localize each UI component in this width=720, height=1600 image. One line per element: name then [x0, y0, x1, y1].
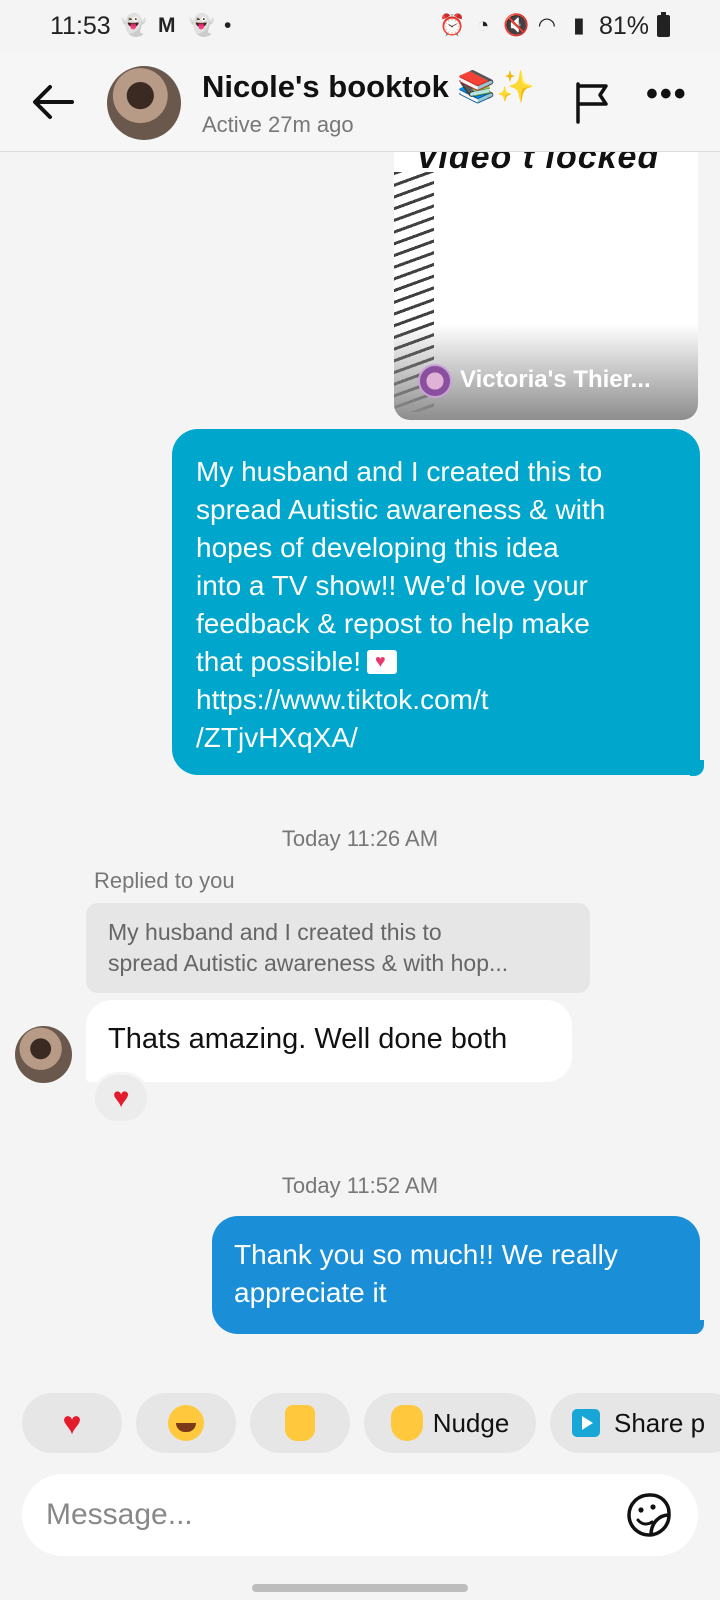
contact-name[interactable]: Nicole's booktok 📚✨	[202, 68, 535, 105]
quick-laugh-button[interactable]	[136, 1393, 236, 1453]
quick-thumbs-up-button[interactable]	[250, 1393, 350, 1453]
bubble-tail	[690, 1320, 704, 1334]
wifi-icon: ◠	[537, 14, 557, 37]
message-line: Thank you so much!! We really	[234, 1239, 618, 1270]
shared-video-card[interactable]: Video t locked Victoria's Thier...	[394, 152, 698, 420]
message-line: hopes of developing this idea	[196, 532, 559, 563]
message-line: spread Autistic awareness & with	[196, 494, 606, 525]
flag-icon[interactable]	[572, 80, 612, 124]
quick-reply-bar: ♥ Nudge Share p	[22, 1393, 720, 1453]
sent-message-bubble[interactable]: My husband and I created this to spread …	[172, 429, 700, 775]
timestamp: Today 11:52 AM	[281, 1173, 439, 1198]
bubble-tail	[690, 760, 704, 776]
message-line: My husband and I created this to	[196, 456, 603, 487]
message-link[interactable]: /ZTjvHXqXA/	[196, 719, 676, 757]
sticker-icon[interactable]	[626, 1492, 672, 1538]
message-text: Thats amazing. Well done both	[108, 1023, 508, 1055]
snapchat-icon: 👻	[188, 14, 215, 37]
thumbs-up-icon	[285, 1405, 315, 1441]
video-overlay-text: Video t locked	[416, 152, 660, 176]
message-input[interactable]	[46, 1490, 606, 1540]
dot-icon: •	[224, 14, 232, 37]
share-label: Share p	[614, 1407, 706, 1438]
laughing-face-icon	[168, 1405, 204, 1441]
play-icon	[572, 1409, 600, 1437]
love-letter-icon	[367, 649, 397, 674]
clock-icon: ◔	[476, 14, 490, 37]
status-bar: 11:53 👻 M 👻 • ⏰ ◔ 🔇 ◠ ▮ 81%	[0, 0, 720, 52]
signal-icon: ▮	[573, 14, 585, 37]
mute-icon: 🔇	[502, 14, 530, 37]
home-indicator[interactable]	[252, 1584, 468, 1592]
nudge-label: Nudge	[432, 1407, 510, 1438]
battery-icon	[657, 12, 670, 37]
snapchat-icon: 👻	[120, 14, 147, 37]
sent-message-bubble[interactable]: Thank you so much!! We really appreciate…	[212, 1216, 700, 1334]
battery-percent: 81%	[598, 11, 649, 40]
video-author-name: Victoria's Thier...	[460, 366, 651, 393]
timestamp: Today 11:26 AM	[281, 826, 439, 851]
gmail-icon: M	[157, 14, 176, 37]
contact-avatar[interactable]	[107, 66, 181, 140]
received-message-bubble[interactable]: Thats amazing. Well done both	[86, 1000, 572, 1082]
nudge-button[interactable]: Nudge	[364, 1393, 536, 1453]
back-arrow-icon[interactable]	[30, 82, 76, 122]
alarm-icon: ⏰	[438, 14, 466, 37]
message-composer	[22, 1474, 698, 1556]
message-line: into a TV show!! We'd love your	[196, 570, 588, 601]
quoted-message[interactable]: My husband and I created this to spread …	[86, 903, 590, 993]
message-link[interactable]: https://www.tiktok.com/t	[196, 681, 676, 719]
heart-icon: ♥	[62, 1404, 82, 1441]
pointing-hand-icon	[390, 1405, 423, 1441]
video-author-avatar	[418, 364, 452, 398]
quote-line: spread Autistic awareness & with hop...	[108, 950, 509, 976]
quick-heart-button[interactable]: ♥	[22, 1393, 122, 1453]
sender-avatar[interactable]	[15, 1026, 72, 1083]
share-post-button[interactable]: Share p	[550, 1393, 720, 1453]
quote-line: My husband and I created this to	[108, 919, 442, 945]
heart-reaction-icon[interactable]: ♥	[92, 1072, 150, 1124]
replied-label: Replied to you	[94, 868, 235, 893]
message-line: appreciate it	[234, 1277, 387, 1308]
status-time: 11:53	[50, 11, 111, 40]
active-status: Active 27m ago	[202, 112, 354, 137]
more-options-icon[interactable]: •••	[646, 77, 690, 116]
chat-header: Nicole's booktok 📚✨ Active 27m ago •••	[0, 52, 720, 152]
message-line: feedback & repost to help make	[196, 608, 590, 639]
message-line: that possible!	[196, 646, 361, 677]
